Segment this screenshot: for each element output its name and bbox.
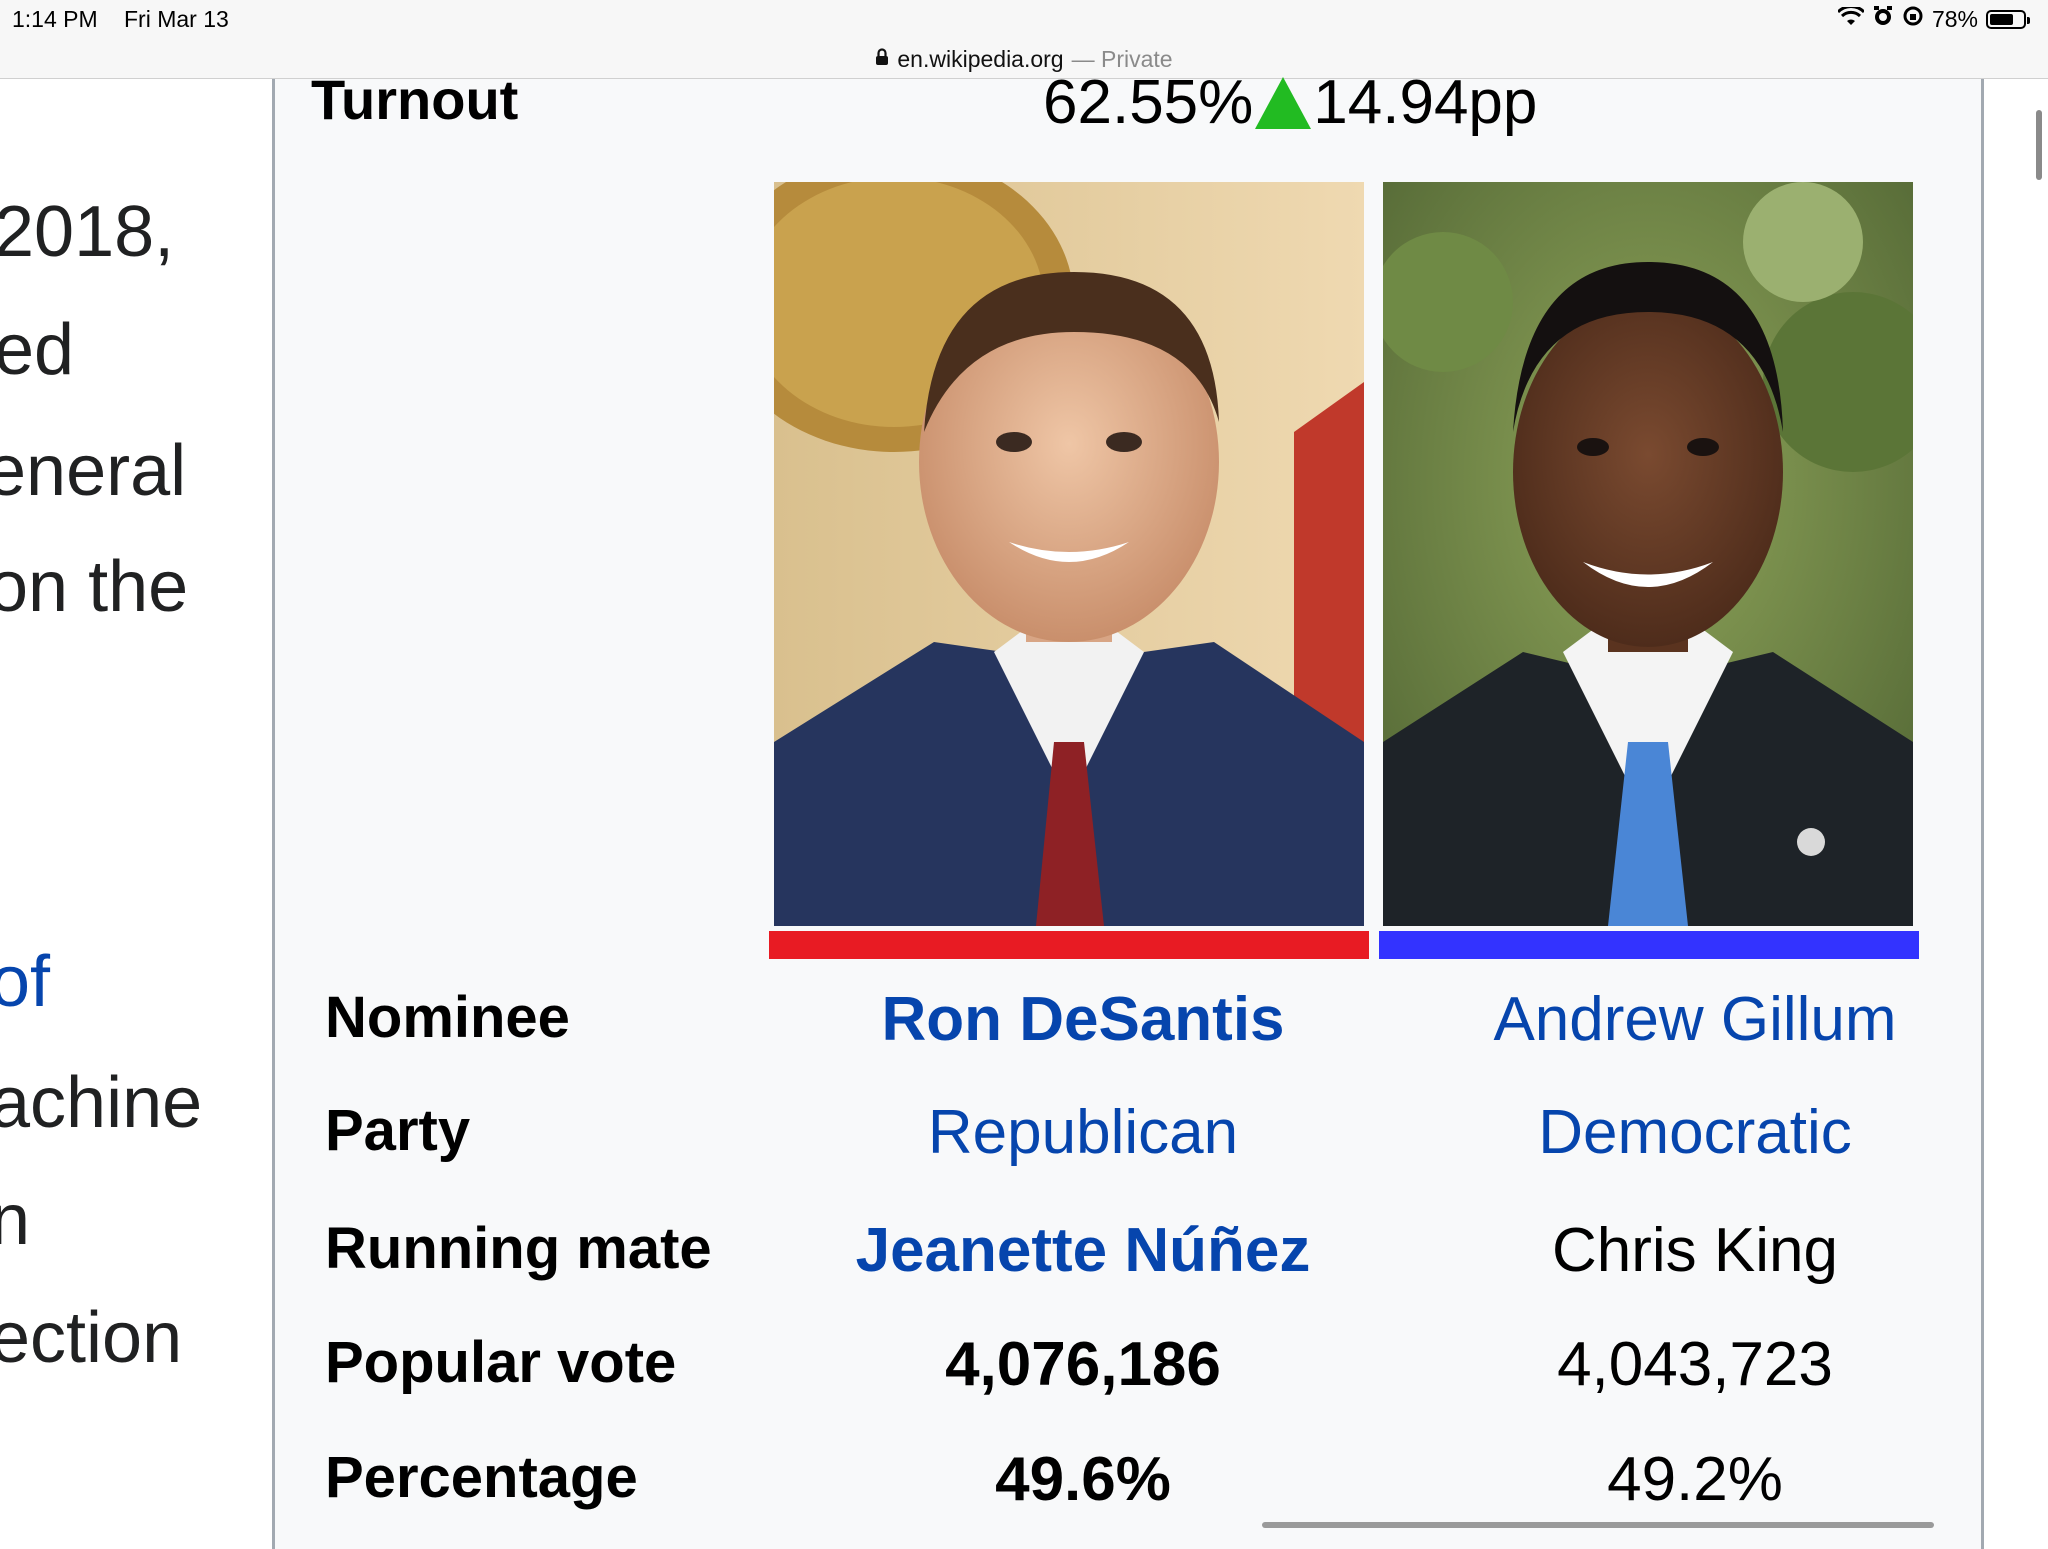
turnout-label: Turnout bbox=[311, 68, 519, 131]
row-label-popular-vote: Popular vote bbox=[325, 1330, 677, 1395]
percentage-gillum: 49.2% bbox=[1607, 1445, 1783, 1514]
up-arrow-icon bbox=[1255, 76, 1312, 129]
lock-icon bbox=[875, 47, 889, 71]
article-text-line: 2018, bbox=[0, 192, 175, 272]
article-text-line: eneral bbox=[0, 431, 187, 511]
candidate-photo-gillum[interactable] bbox=[1383, 182, 1913, 926]
wifi-icon bbox=[1836, 4, 1866, 33]
percentage-desantis: 49.6% bbox=[995, 1445, 1171, 1514]
turnout-value: 62.55% bbox=[1043, 68, 1254, 137]
candidate-photo-desantis[interactable] bbox=[774, 182, 1364, 926]
party-link-republican[interactable]: Republican bbox=[775, 1097, 1391, 1168]
turnout-change: 14.94pp bbox=[1313, 68, 1538, 137]
rotation-lock-icon bbox=[1902, 5, 1924, 33]
alarm-icon bbox=[1872, 5, 1894, 33]
turnout-value-group: 62.55% 14.94pp bbox=[1043, 67, 1537, 138]
status-date: Fri Mar 13 bbox=[124, 6, 229, 32]
horizontal-scrollbar[interactable] bbox=[1262, 1522, 1934, 1528]
election-infobox: Turnout 62.55% 14.94pp Nominee Ron DeSan… bbox=[272, 68, 1984, 1549]
nominee-link-desantis[interactable]: Ron DeSantis bbox=[775, 984, 1391, 1055]
status-indicators: 78% bbox=[1836, 4, 2030, 33]
address-bar[interactable]: en.wikipedia.org — Private bbox=[0, 40, 2048, 79]
running-mate-king: Chris King bbox=[1552, 1216, 1838, 1285]
battery-percent: 78% bbox=[1931, 5, 1978, 32]
running-mate-link-nunez[interactable]: Jeanette Núñez bbox=[775, 1215, 1391, 1286]
row-label-nominee: Nominee bbox=[325, 985, 570, 1050]
row-label-party: Party bbox=[325, 1098, 471, 1163]
battery-icon bbox=[1986, 9, 2030, 29]
status-time: 1:14 PM bbox=[12, 6, 98, 32]
party-color-bar-republican bbox=[769, 931, 1369, 959]
article-text-line: ection bbox=[0, 1298, 183, 1378]
popular-vote-gillum: 4,043,723 bbox=[1557, 1330, 1833, 1399]
vertical-scrollbar[interactable] bbox=[2036, 110, 2042, 180]
row-label-running-mate: Running mate bbox=[325, 1216, 712, 1281]
status-bar: 1:14 PM Fri Mar 13 78% bbox=[0, 0, 2048, 40]
nominee-link-gillum[interactable]: Andrew Gillum bbox=[1375, 984, 2015, 1055]
article-text-line: n bbox=[0, 1180, 31, 1260]
party-color-bar-democratic bbox=[1379, 931, 1919, 959]
article-text-line: achine bbox=[0, 1063, 203, 1143]
article-text-line: ed bbox=[0, 310, 75, 390]
article-text-line: on the bbox=[0, 547, 189, 627]
article-body: 2018, ed eneral on the of achine n ectio… bbox=[0, 79, 272, 1536]
url-domain[interactable]: en.wikipedia.org bbox=[897, 46, 1063, 73]
party-link-democratic[interactable]: Democratic bbox=[1375, 1097, 2015, 1168]
article-link[interactable]: of bbox=[0, 942, 50, 1022]
row-label-percentage: Percentage bbox=[325, 1445, 638, 1510]
popular-vote-desantis: 4,076,186 bbox=[945, 1330, 1221, 1399]
